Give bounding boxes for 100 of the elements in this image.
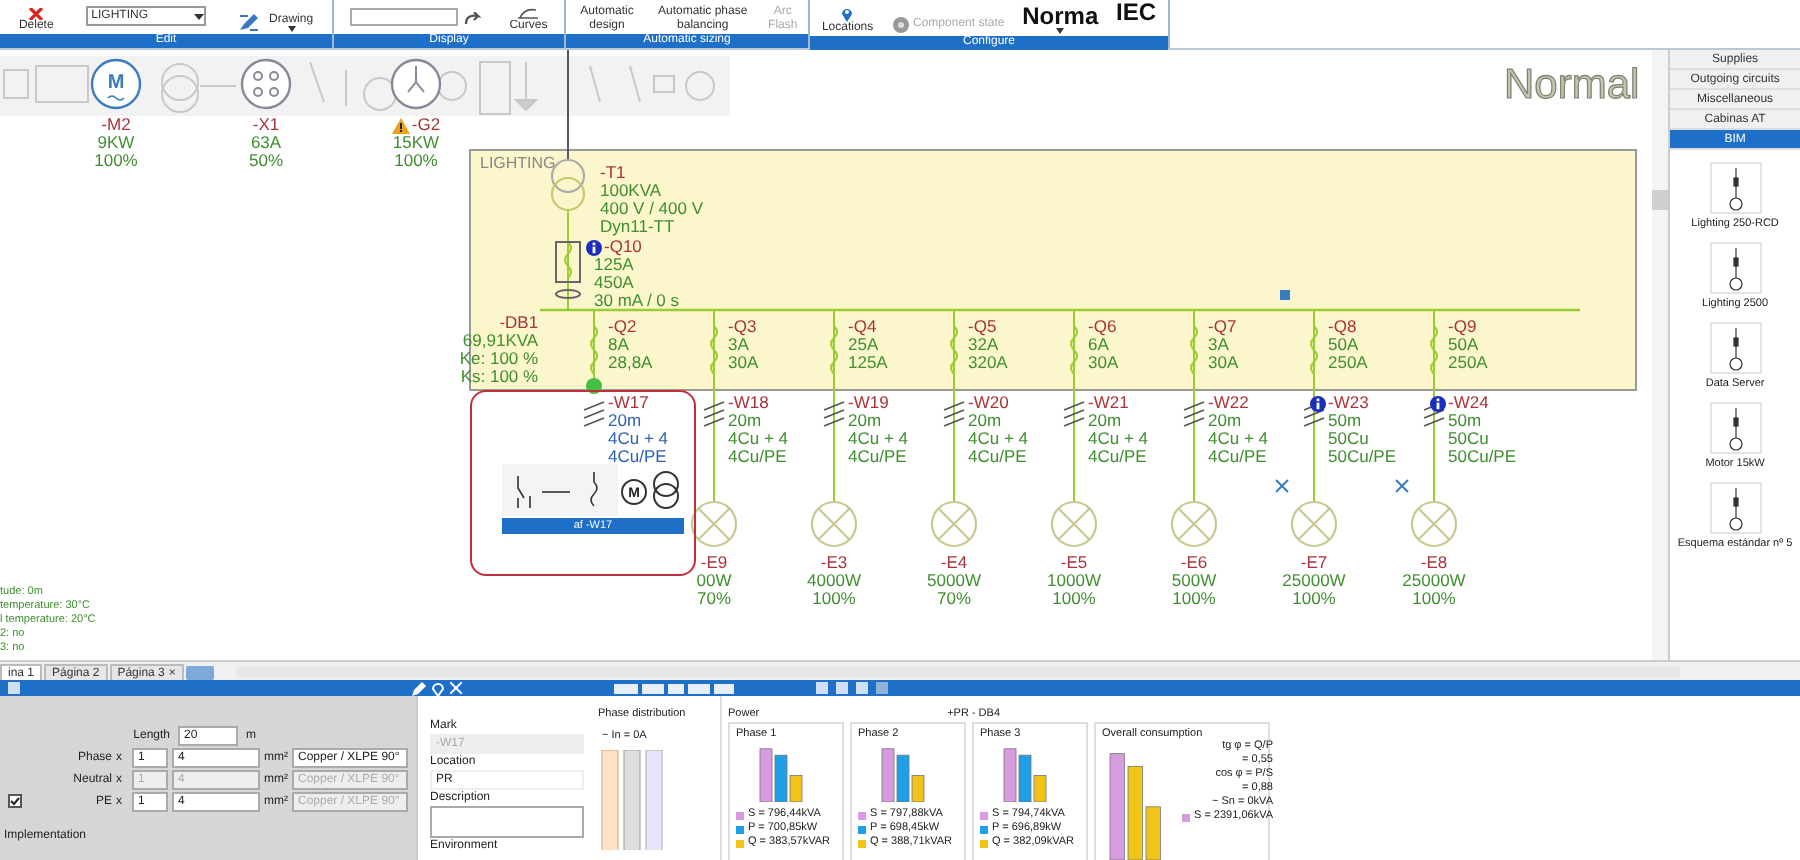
rating-text: 6A: [1088, 336, 1109, 354]
vertical-scrollbar[interactable]: [1652, 50, 1668, 660]
rating-text: 25A: [848, 336, 881, 354]
cable-spec-text: 50Cu/PE: [1326, 448, 1397, 466]
load-label: -E6: [1178, 554, 1210, 572]
cable-spec-text: 20m: [848, 412, 884, 430]
device-label: -Q7: [1208, 318, 1239, 336]
rating-text: 32A: [968, 336, 1001, 354]
load-rating: 25000W: [1280, 572, 1348, 590]
circuit-thumbnail-icon[interactable]: [1709, 162, 1762, 214]
cable-icon[interactable]: [943, 401, 965, 427]
cable-label: -W20: [968, 394, 1009, 412]
circuit-thumbnail-icon[interactable]: [1709, 322, 1762, 374]
circuit-thumbnail-icon[interactable]: [1709, 242, 1762, 294]
pencil-icon: [237, 10, 260, 32]
load-rating: 1000W: [1045, 572, 1103, 590]
cable-icon[interactable]: [823, 401, 845, 427]
cable-label: -W24: [1448, 394, 1489, 412]
arrow-icon[interactable]: [464, 12, 483, 26]
lamp-icon[interactable]: [690, 500, 738, 548]
rating-text: 50A: [1328, 336, 1361, 354]
selection-handle[interactable]: [586, 378, 602, 394]
state-icon: [891, 16, 910, 34]
load-label: -E7: [1298, 554, 1330, 572]
caret-icon: [193, 13, 204, 19]
cable-spec-text: 4Cu/PE: [728, 448, 789, 466]
rating-text: 50%: [246, 152, 285, 170]
cable-icon[interactable]: [1423, 401, 1445, 427]
cable-spec-text: 4Cu + 4: [728, 430, 789, 448]
device-label: -X1: [252, 116, 280, 134]
cable-spec-text: 20m: [968, 412, 1004, 430]
circuit-thumbnail-icon[interactable]: [1709, 402, 1762, 454]
load-label: -E9: [698, 554, 730, 572]
breaker-icon[interactable]: [555, 241, 581, 299]
cable-icon[interactable]: [583, 401, 605, 427]
cable-label: -W23: [1328, 394, 1369, 412]
text-field[interactable]: [350, 8, 459, 26]
generator-icon[interactable]: [390, 58, 442, 110]
cable-spec-text: 4Cu/PE: [1088, 448, 1149, 466]
load-rating: 100%: [1290, 590, 1338, 608]
close-icon[interactable]: [450, 682, 462, 694]
cable-spec-text: 4Cu/PE: [848, 448, 909, 466]
rating-text: 28,8A: [608, 354, 653, 372]
device-label: -Q6: [1088, 318, 1119, 336]
chart-toolbar-icon[interactable]: [614, 683, 734, 693]
pin-icon: [840, 5, 855, 21]
cable-spec-text: 20m: [1208, 412, 1244, 430]
rating-text: Ks: 100 %: [459, 368, 539, 386]
move-handle-icon[interactable]: [1395, 479, 1409, 493]
rating-text: Ke: 100 %: [459, 350, 539, 368]
cable-label: -W18: [728, 394, 769, 412]
rating-text: 250A: [1328, 354, 1368, 372]
description-field[interactable]: [430, 806, 584, 838]
cable-icon[interactable]: [703, 401, 725, 427]
rating-text: 125A: [848, 354, 888, 372]
cable-spec-text: 4Cu + 4: [1208, 430, 1269, 448]
rating-text: 3A: [1208, 336, 1229, 354]
device-label: -Q4: [848, 318, 879, 336]
cable-spec-text: 20m: [1088, 412, 1124, 430]
cable-spec-text: 50Cu: [1446, 430, 1491, 448]
curve-icon: [518, 7, 539, 19]
rating-text: 50A: [1448, 336, 1481, 354]
motor-icon[interactable]: M: [90, 58, 142, 110]
cable-label: -W21: [1088, 394, 1129, 412]
rating-text: 9KW: [95, 134, 137, 152]
rating-text: 125A: [592, 256, 634, 274]
load-label: -E8: [1418, 554, 1450, 572]
load-rating: 5000W: [925, 572, 983, 590]
cable-icon[interactable]: [1303, 401, 1325, 427]
device-label: -Q5: [968, 318, 999, 336]
device-label: -Q10: [604, 238, 642, 256]
cable-label: -W22: [1208, 394, 1249, 412]
rating-text: 450A: [592, 274, 636, 292]
rating-text: 30A: [1088, 354, 1119, 372]
device-label: -Q8: [1328, 318, 1359, 336]
info-icon[interactable]: [1310, 395, 1326, 411]
rating-text: 8A: [608, 336, 629, 354]
standard-button[interactable]: IEC: [1116, 0, 1157, 24]
circuit-thumbnail-icon[interactable]: [1709, 482, 1762, 534]
cable-spec-text: 4Cu + 4: [848, 430, 909, 448]
horizontal-scrollbar[interactable]: [235, 666, 1680, 678]
rating-text: 320A: [968, 354, 1008, 372]
pin-icon[interactable]: [432, 681, 444, 695]
move-handle-icon[interactable]: [1275, 479, 1289, 493]
socket-icon[interactable]: [240, 58, 292, 110]
load-rating: 500W: [1169, 572, 1219, 590]
cable-icon[interactable]: [1183, 401, 1205, 427]
load-rating: 100%: [810, 590, 858, 608]
device-label: -T1: [600, 164, 628, 182]
load-rating: 70%: [934, 590, 973, 608]
checkbox[interactable]: [8, 794, 22, 808]
cable-spec-text: 4Cu + 4: [968, 430, 1029, 448]
standard-menu-button[interactable]: Norma: [1022, 4, 1099, 34]
load-rating: 100%: [1050, 590, 1098, 608]
info-icon[interactable]: [1430, 395, 1446, 411]
info-icon[interactable]: [586, 239, 602, 255]
load-rating: 25000W: [1400, 572, 1468, 590]
scrollbar-thumb[interactable]: [1652, 190, 1668, 210]
rating-text: 100KVA: [600, 182, 664, 200]
cable-icon[interactable]: [1063, 401, 1085, 427]
